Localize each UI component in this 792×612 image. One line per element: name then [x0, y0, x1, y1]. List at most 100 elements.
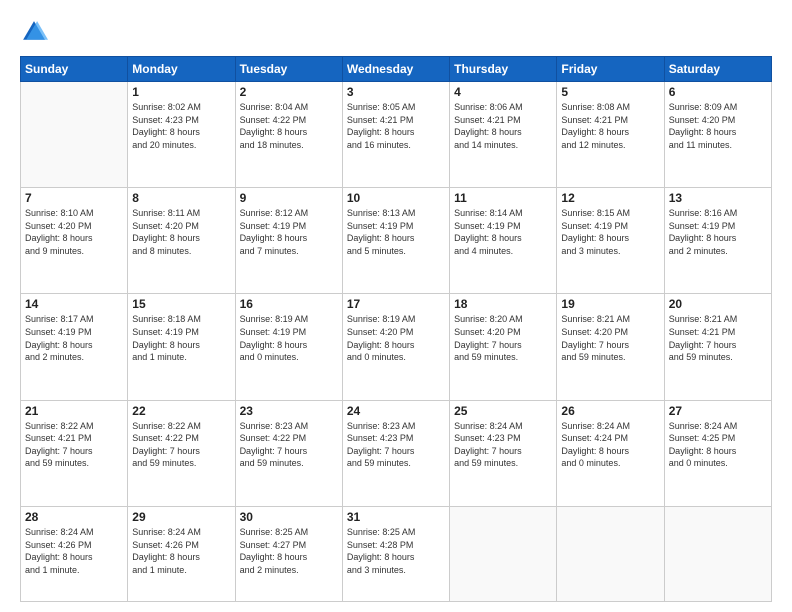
day-number: 16 [240, 297, 338, 311]
calendar-cell: 31 Sunrise: 8:25 AM Sunset: 4:28 PM Dayli… [342, 506, 449, 601]
day-number: 31 [347, 510, 445, 524]
day-info: Sunrise: 8:19 AM Sunset: 4:20 PM Dayligh… [347, 313, 445, 363]
day-info: Sunrise: 8:21 AM Sunset: 4:20 PM Dayligh… [561, 313, 659, 363]
day-info: Sunrise: 8:22 AM Sunset: 4:21 PM Dayligh… [25, 420, 123, 470]
day-number: 24 [347, 404, 445, 418]
calendar-cell: 30 Sunrise: 8:25 AM Sunset: 4:27 PM Dayli… [235, 506, 342, 601]
day-number: 13 [669, 191, 767, 205]
calendar-cell: 18 Sunrise: 8:20 AM Sunset: 4:20 PM Dayli… [450, 294, 557, 400]
calendar-header-wednesday: Wednesday [342, 57, 449, 82]
calendar-cell: 24Sunrise: 8:23 AM Sunset: 4:23 PM Dayli… [342, 400, 449, 506]
calendar-header-sunday: Sunday [21, 57, 128, 82]
day-info: Sunrise: 8:02 AM Sunset: 4:23 PM Dayligh… [132, 101, 230, 151]
day-number: 14 [25, 297, 123, 311]
day-info: Sunrise: 8:23 AM Sunset: 4:22 PM Dayligh… [240, 420, 338, 470]
calendar-cell: 3Sunrise: 8:05 AM Sunset: 4:21 PM Daylig… [342, 82, 449, 188]
day-info: Sunrise: 8:25 AM Sunset: 4:27 PM Dayligh… [240, 526, 338, 576]
day-info: Sunrise: 8:06 AM Sunset: 4:21 PM Dayligh… [454, 101, 552, 151]
day-number: 23 [240, 404, 338, 418]
calendar-week-row: 7 Sunrise: 8:10 AM Sunset: 4:20 PM Daylig… [21, 188, 772, 294]
calendar-cell: 22 Sunrise: 8:22 AM Sunset: 4:22 PM Dayli… [128, 400, 235, 506]
day-number: 15 [132, 297, 230, 311]
calendar-cell: 28 Sunrise: 8:24 AM Sunset: 4:26 PM Dayli… [21, 506, 128, 601]
calendar-cell: 20 Sunrise: 8:21 AM Sunset: 4:21 PM Dayli… [664, 294, 771, 400]
calendar-header-thursday: Thursday [450, 57, 557, 82]
calendar-cell: 9 Sunrise: 8:12 AM Sunset: 4:19 PM Daylig… [235, 188, 342, 294]
day-number: 12 [561, 191, 659, 205]
day-number: 17 [347, 297, 445, 311]
day-info: Sunrise: 8:25 AM Sunset: 4:28 PM Dayligh… [347, 526, 445, 576]
day-info: Sunrise: 8:24 AM Sunset: 4:24 PM Dayligh… [561, 420, 659, 470]
calendar-cell: 15 Sunrise: 8:18 AM Sunset: 4:19 PM Dayli… [128, 294, 235, 400]
calendar-cell: 1 Sunrise: 8:02 AM Sunset: 4:23 PM Daylig… [128, 82, 235, 188]
day-info: Sunrise: 8:12 AM Sunset: 4:19 PM Dayligh… [240, 207, 338, 257]
calendar-cell [664, 506, 771, 601]
calendar-header-row: SundayMondayTuesdayWednesdayThursdayFrid… [21, 57, 772, 82]
day-number: 3 [347, 85, 445, 99]
calendar-week-row: 21 Sunrise: 8:22 AM Sunset: 4:21 PM Dayli… [21, 400, 772, 506]
calendar-cell: 29Sunrise: 8:24 AM Sunset: 4:26 PM Dayli… [128, 506, 235, 601]
day-info: Sunrise: 8:16 AM Sunset: 4:19 PM Dayligh… [669, 207, 767, 257]
day-number: 26 [561, 404, 659, 418]
day-number: 25 [454, 404, 552, 418]
day-info: Sunrise: 8:09 AM Sunset: 4:20 PM Dayligh… [669, 101, 767, 151]
calendar-table: SundayMondayTuesdayWednesdayThursdayFrid… [20, 56, 772, 602]
calendar-cell: 11 Sunrise: 8:14 AM Sunset: 4:19 PM Dayli… [450, 188, 557, 294]
day-info: Sunrise: 8:18 AM Sunset: 4:19 PM Dayligh… [132, 313, 230, 363]
day-number: 19 [561, 297, 659, 311]
day-info: Sunrise: 8:17 AM Sunset: 4:19 PM Dayligh… [25, 313, 123, 363]
calendar-cell: 6 Sunrise: 8:09 AM Sunset: 4:20 PM Daylig… [664, 82, 771, 188]
calendar-week-row: 28 Sunrise: 8:24 AM Sunset: 4:26 PM Dayli… [21, 506, 772, 601]
day-number: 1 [132, 85, 230, 99]
day-number: 30 [240, 510, 338, 524]
day-info: Sunrise: 8:20 AM Sunset: 4:20 PM Dayligh… [454, 313, 552, 363]
calendar-cell: 23 Sunrise: 8:23 AM Sunset: 4:22 PM Dayli… [235, 400, 342, 506]
day-info: Sunrise: 8:24 AM Sunset: 4:26 PM Dayligh… [25, 526, 123, 576]
day-info: Sunrise: 8:24 AM Sunset: 4:23 PM Dayligh… [454, 420, 552, 470]
day-info: Sunrise: 8:11 AM Sunset: 4:20 PM Dayligh… [132, 207, 230, 257]
calendar-week-row: 14 Sunrise: 8:17 AM Sunset: 4:19 PM Dayli… [21, 294, 772, 400]
day-number: 4 [454, 85, 552, 99]
calendar-cell: 4 Sunrise: 8:06 AM Sunset: 4:21 PM Daylig… [450, 82, 557, 188]
day-number: 21 [25, 404, 123, 418]
calendar-cell [557, 506, 664, 601]
page: SundayMondayTuesdayWednesdayThursdayFrid… [0, 0, 792, 612]
day-info: Sunrise: 8:24 AM Sunset: 4:25 PM Dayligh… [669, 420, 767, 470]
calendar-cell: 17 Sunrise: 8:19 AM Sunset: 4:20 PM Dayli… [342, 294, 449, 400]
calendar-cell [21, 82, 128, 188]
calendar-cell: 25 Sunrise: 8:24 AM Sunset: 4:23 PM Dayli… [450, 400, 557, 506]
calendar-header-monday: Monday [128, 57, 235, 82]
calendar-cell: 14 Sunrise: 8:17 AM Sunset: 4:19 PM Dayli… [21, 294, 128, 400]
day-number: 6 [669, 85, 767, 99]
day-number: 22 [132, 404, 230, 418]
day-number: 10 [347, 191, 445, 205]
day-number: 9 [240, 191, 338, 205]
calendar-cell: 10 Sunrise: 8:13 AM Sunset: 4:19 PM Dayli… [342, 188, 449, 294]
logo-icon [20, 18, 48, 46]
calendar-cell: 12 Sunrise: 8:15 AM Sunset: 4:19 PM Dayli… [557, 188, 664, 294]
day-info: Sunrise: 8:10 AM Sunset: 4:20 PM Dayligh… [25, 207, 123, 257]
day-info: Sunrise: 8:15 AM Sunset: 4:19 PM Dayligh… [561, 207, 659, 257]
calendar-cell: 2Sunrise: 8:04 AM Sunset: 4:22 PM Daylig… [235, 82, 342, 188]
day-info: Sunrise: 8:21 AM Sunset: 4:21 PM Dayligh… [669, 313, 767, 363]
day-number: 2 [240, 85, 338, 99]
day-info: Sunrise: 8:08 AM Sunset: 4:21 PM Dayligh… [561, 101, 659, 151]
day-number: 11 [454, 191, 552, 205]
calendar-cell: 21 Sunrise: 8:22 AM Sunset: 4:21 PM Dayli… [21, 400, 128, 506]
day-info: Sunrise: 8:14 AM Sunset: 4:19 PM Dayligh… [454, 207, 552, 257]
day-number: 18 [454, 297, 552, 311]
calendar-cell: 19 Sunrise: 8:21 AM Sunset: 4:20 PM Dayli… [557, 294, 664, 400]
calendar-cell: 13 Sunrise: 8:16 AM Sunset: 4:19 PM Dayli… [664, 188, 771, 294]
day-number: 5 [561, 85, 659, 99]
day-number: 28 [25, 510, 123, 524]
day-number: 7 [25, 191, 123, 205]
day-info: Sunrise: 8:19 AM Sunset: 4:19 PM Dayligh… [240, 313, 338, 363]
day-number: 27 [669, 404, 767, 418]
day-info: Sunrise: 8:22 AM Sunset: 4:22 PM Dayligh… [132, 420, 230, 470]
day-info: Sunrise: 8:13 AM Sunset: 4:19 PM Dayligh… [347, 207, 445, 257]
calendar-cell: 8Sunrise: 8:11 AM Sunset: 4:20 PM Daylig… [128, 188, 235, 294]
header [20, 18, 772, 46]
calendar-cell [450, 506, 557, 601]
calendar-header-friday: Friday [557, 57, 664, 82]
day-number: 20 [669, 297, 767, 311]
